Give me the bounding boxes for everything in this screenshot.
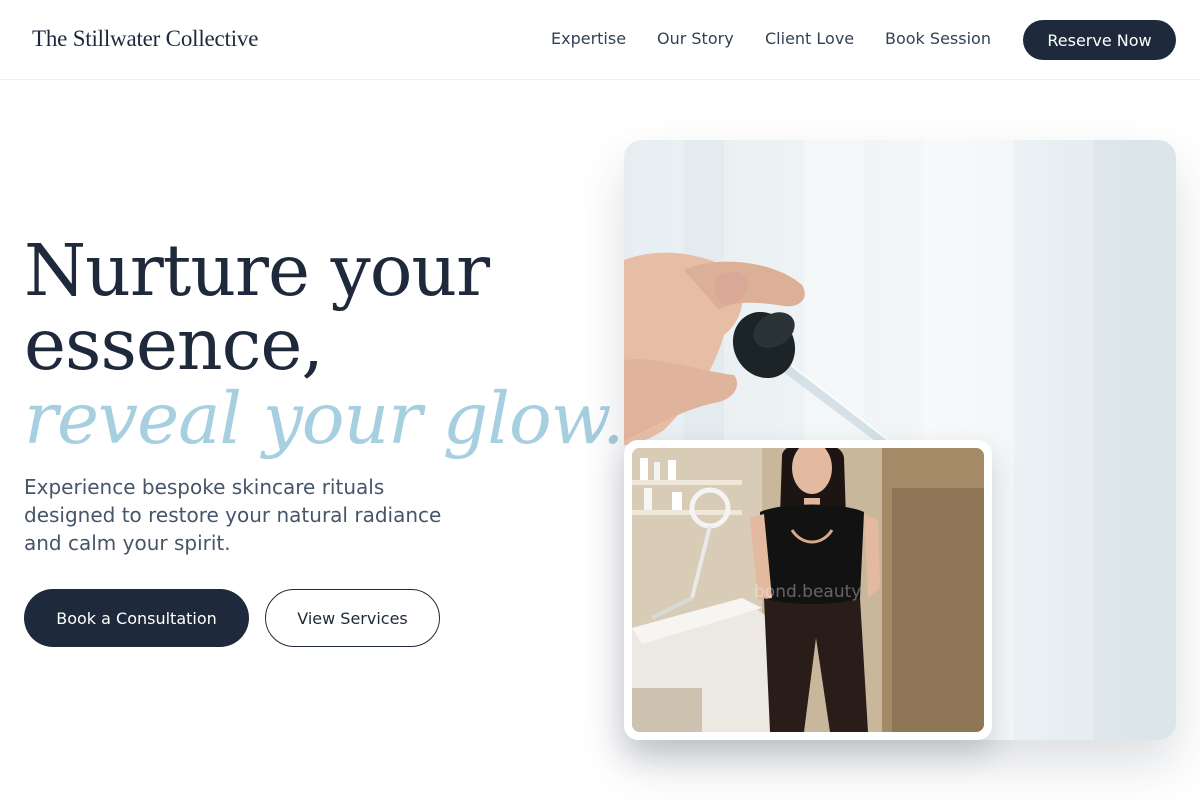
esthetician-portrait-photo: bond.beauty <box>624 440 992 740</box>
nav-link-our-story[interactable]: Our Story <box>657 29 734 48</box>
photo-watermark: bond.beauty <box>754 582 862 602</box>
hero-headline: Nurture your essence, reveal your glow. <box>24 229 625 460</box>
headline-line-2: essence, <box>24 303 324 386</box>
esthetician-photo-frame: bond.beauty <box>632 448 984 732</box>
headline-line-1: Nurture your <box>24 229 490 312</box>
headline-accent: reveal your glow. <box>24 377 625 460</box>
site-header: The Stillwater Collective Expertise Our … <box>0 0 1200 80</box>
nav-link-expertise[interactable]: Expertise <box>551 29 626 48</box>
view-services-button[interactable]: View Services <box>265 589 440 647</box>
hero-subtext: Experience bespoke skincare rituals desi… <box>24 475 442 555</box>
nav-link-client-love[interactable]: Client Love <box>765 29 854 48</box>
nav-link-book-session[interactable]: Book Session <box>885 29 991 48</box>
book-consultation-button[interactable]: Book a Consultation <box>24 589 249 647</box>
reserve-now-button[interactable]: Reserve Now <box>1023 20 1176 60</box>
brand-logo[interactable]: The Stillwater Collective <box>32 26 258 52</box>
